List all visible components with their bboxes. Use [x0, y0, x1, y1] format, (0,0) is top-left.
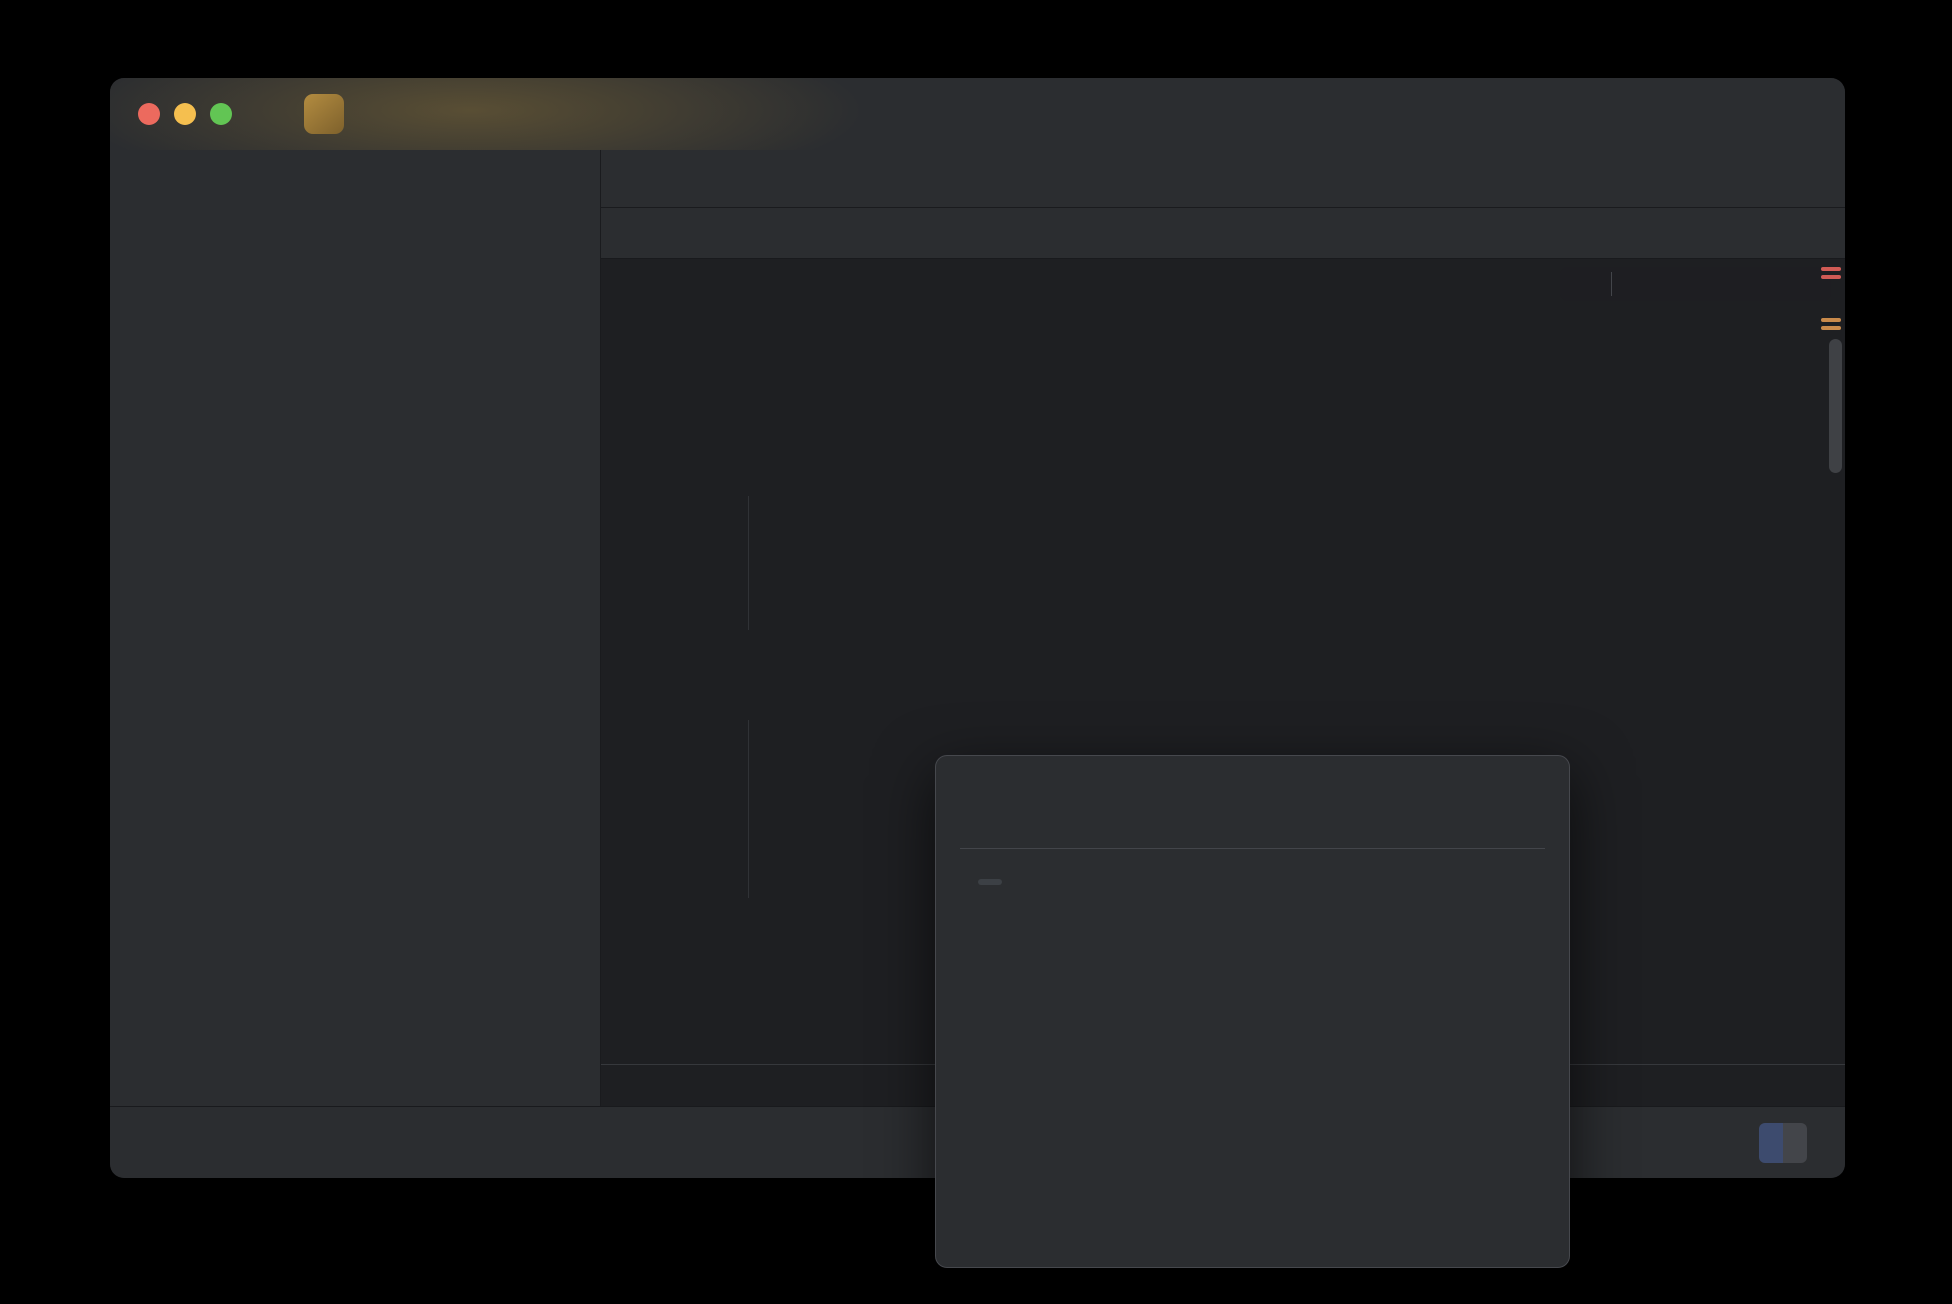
error-stripe-mark[interactable]: [1821, 267, 1841, 271]
project-tool-window: [110, 150, 601, 1107]
indent-guide: [748, 496, 749, 630]
debug-button[interactable]: [1435, 101, 1461, 127]
chevron-down-icon[interactable]: [136, 167, 154, 185]
previous-problem-button[interactable]: [1766, 273, 1788, 295]
chevron-down-icon: [443, 105, 461, 123]
warning-stripe-mark[interactable]: [1821, 318, 1841, 322]
passed-count[interactable]: [1721, 272, 1751, 296]
version-control-menu[interactable]: [436, 105, 461, 123]
warning-stripe-mark[interactable]: [1821, 326, 1841, 330]
minimize-window-button[interactable]: [174, 103, 196, 125]
project-badge[interactable]: [304, 94, 344, 134]
editor-tabs: [601, 150, 1845, 208]
error-stripe-mark[interactable]: [1821, 275, 1841, 279]
run-button[interactable]: [1365, 101, 1391, 127]
documentation-popup: [935, 755, 1570, 1268]
chevron-down-icon: [1303, 105, 1321, 123]
project-chevron-icon[interactable]: [368, 105, 386, 123]
settings-button[interactable]: [1787, 100, 1815, 128]
run-configuration-menu[interactable]: [1296, 105, 1321, 123]
popup-divider: [960, 848, 1545, 849]
check-icon: [1721, 272, 1745, 296]
reader-mode-icon[interactable]: [1566, 271, 1592, 297]
window-controls: [138, 103, 232, 125]
titlebar: [110, 78, 1845, 151]
javamodule-link[interactable]: [978, 879, 1002, 885]
close-window-button[interactable]: [138, 103, 160, 125]
error-icon: [1631, 272, 1655, 296]
warning-count[interactable]: [1676, 272, 1706, 296]
module-folder-icon: [966, 1225, 990, 1249]
scrollbar-thumb[interactable]: [1829, 339, 1842, 473]
inspections-widget[interactable]: [1560, 267, 1831, 301]
more-actions-button[interactable]: [1501, 102, 1525, 126]
indent-guide: [748, 720, 749, 898]
memory-indicator[interactable]: [1759, 1123, 1807, 1163]
popup-options-icon[interactable]: [1515, 1225, 1539, 1249]
warning-icon: [1676, 272, 1700, 296]
notifications-bell-icon[interactable]: [1711, 1130, 1737, 1156]
search-everywhere-button[interactable]: [1725, 101, 1751, 127]
code-with-me-button[interactable]: [1661, 100, 1689, 128]
error-count[interactable]: [1631, 272, 1661, 296]
run-toolbar: [601, 208, 1845, 259]
project-tree: [110, 202, 600, 206]
tab-options-button[interactable]: [1795, 167, 1819, 191]
edit-source-icon[interactable]: [1465, 1225, 1489, 1249]
maximize-window-button[interactable]: [210, 103, 232, 125]
